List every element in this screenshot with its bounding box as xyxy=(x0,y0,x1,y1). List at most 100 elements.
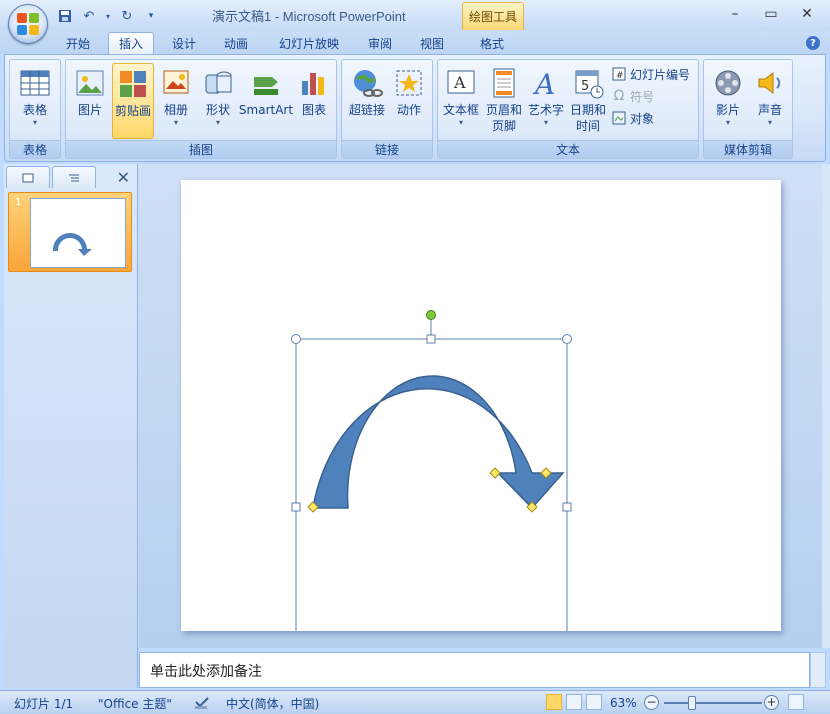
save-icon[interactable] xyxy=(56,7,74,25)
datetime-label-1: 日期和 xyxy=(569,103,606,117)
header-footer-label-2: 页脚 xyxy=(491,119,516,133)
object-button[interactable]: 对象 xyxy=(612,108,654,128)
zoom-out-button[interactable]: − xyxy=(644,695,659,710)
maximize-button[interactable]: ▭ xyxy=(754,4,788,24)
calendar-icon: 5 xyxy=(572,67,604,99)
wordart-label: 艺术字 xyxy=(527,103,564,117)
album-icon xyxy=(160,67,192,99)
clipart-button[interactable]: 剪贴画 xyxy=(112,63,154,139)
customize-qat-icon[interactable]: ▾ xyxy=(142,7,160,25)
slide-sorter-view-button[interactable] xyxy=(566,694,582,710)
object-icon xyxy=(612,111,626,125)
resize-handle-top[interactable] xyxy=(426,334,436,344)
header-footer-button[interactable]: 页眉和 页脚 xyxy=(484,63,524,139)
help-icon[interactable]: ? xyxy=(806,36,820,50)
redo-icon[interactable]: ↻ xyxy=(118,7,136,25)
title-bar: ↶ ▾ ↻ ▾ 演示文稿1 - Microsoft PowerPoint 绘图工… xyxy=(0,0,830,30)
zoom-in-button[interactable]: + xyxy=(764,695,779,710)
zoom-level[interactable]: 63% xyxy=(610,695,637,711)
tab-format[interactable]: 格式 xyxy=(470,32,514,54)
status-theme: "Office 主题" xyxy=(98,696,172,711)
sound-button[interactable]: 声音 ▾ xyxy=(750,63,790,139)
slide-thumbnail-number: 1 xyxy=(15,197,22,208)
tab-home[interactable]: 开始 xyxy=(56,32,100,54)
group-media: 影片 ▾ 声音 ▾ 媒体剪辑 xyxy=(703,59,793,159)
hyperlink-label: 超链接 xyxy=(348,103,385,117)
group-label-media: 媒体剪辑 xyxy=(704,140,792,158)
table-button[interactable]: 表格 ▾ xyxy=(14,63,56,139)
hyperlink-icon xyxy=(351,67,383,99)
clipart-label: 剪贴画 xyxy=(114,104,151,118)
textbox-label: 文本框 xyxy=(442,103,479,117)
slideshow-view-button[interactable] xyxy=(586,694,602,710)
textbox-dropdown-icon: ▾ xyxy=(458,118,463,127)
close-button[interactable]: ✕ xyxy=(790,4,824,24)
group-label-links: 链接 xyxy=(342,140,432,158)
tab-animations[interactable]: 动画 xyxy=(214,32,258,54)
drawing-tools-contextual-tab: 绘图工具 xyxy=(462,2,524,30)
chart-icon xyxy=(298,67,330,99)
movie-button[interactable]: 影片 ▾ xyxy=(708,63,748,139)
symbol-button[interactable]: Ω 符号 xyxy=(612,86,654,106)
adjust-handle-2[interactable] xyxy=(489,467,501,479)
ribbon-tabs: 开始 插入 设计 动画 幻灯片放映 审阅 视图 格式 xyxy=(0,30,830,54)
notes-scrollbar[interactable] xyxy=(810,652,826,688)
smartart-label: SmartArt xyxy=(238,103,294,117)
textbox-button[interactable]: A 文本框 ▾ xyxy=(440,63,482,139)
notes-pane[interactable]: 单击此处添加备注 xyxy=(139,652,810,688)
slide-number-label: 幻灯片编号 xyxy=(630,67,691,82)
chart-button[interactable]: 图表 xyxy=(296,63,332,139)
close-panel-icon[interactable]: ✕ xyxy=(117,168,130,187)
zoom-slider-thumb[interactable] xyxy=(688,696,696,710)
table-icon xyxy=(19,67,51,99)
slide-thumbnail-selected[interactable]: 1 xyxy=(8,192,132,272)
rotation-handle[interactable] xyxy=(426,310,436,320)
resize-handle-right[interactable] xyxy=(562,502,572,512)
minimize-button[interactable]: – xyxy=(718,4,752,24)
tab-design[interactable]: 设计 xyxy=(162,32,206,54)
status-language[interactable]: 中文(简体，中国) xyxy=(226,695,319,711)
thumbnail-arc-arrow xyxy=(52,232,92,256)
tab-slides[interactable] xyxy=(6,166,50,188)
shapes-label: 形状 xyxy=(205,103,230,117)
wordart-button[interactable]: A 艺术字 ▾ xyxy=(526,63,566,139)
group-table: 表格 ▾ 表格 xyxy=(9,59,61,159)
spell-check-icon[interactable] xyxy=(194,695,210,711)
album-dropdown-icon: ▾ xyxy=(173,118,178,127)
tab-insert[interactable]: 插入 xyxy=(108,32,154,54)
undo-dropdown-icon[interactable]: ▾ xyxy=(104,7,112,25)
zoom-slider-track[interactable] xyxy=(664,702,762,704)
resize-handle-top-right[interactable] xyxy=(562,334,572,344)
action-button[interactable]: 动作 xyxy=(390,63,428,139)
movie-label: 影片 xyxy=(715,103,740,117)
undo-icon[interactable]: ↶ xyxy=(80,7,98,25)
group-links: 超链接 动作 链接 xyxy=(341,59,433,159)
smartart-button[interactable]: SmartArt xyxy=(238,63,294,139)
shapes-button[interactable]: 形状 ▾ xyxy=(198,63,238,139)
tab-view[interactable]: 视图 xyxy=(410,32,454,54)
fit-to-window-button[interactable] xyxy=(788,694,804,710)
tab-outline[interactable] xyxy=(52,166,96,188)
normal-view-button[interactable] xyxy=(546,694,562,710)
vertical-scrollbar[interactable] xyxy=(822,164,830,648)
slide-number-icon: # xyxy=(612,67,626,81)
tab-slideshow[interactable]: 幻灯片放映 xyxy=(270,32,348,54)
resize-handle-top-left[interactable] xyxy=(291,334,301,344)
album-button[interactable]: 相册 ▾ xyxy=(156,63,196,139)
arc-arrow-shape[interactable] xyxy=(312,375,565,510)
slide-canvas[interactable] xyxy=(181,180,781,631)
datetime-button[interactable]: 5 日期和 时间 xyxy=(568,63,608,139)
office-button[interactable] xyxy=(8,4,48,44)
picture-button[interactable]: 图片 xyxy=(70,63,110,139)
tab-review[interactable]: 审阅 xyxy=(358,32,402,54)
film-reel-icon xyxy=(712,67,744,99)
group-label-illustrations: 插图 xyxy=(66,140,336,158)
svg-text:#: # xyxy=(616,71,624,81)
symbol-label: 符号 xyxy=(630,89,655,104)
shapes-dropdown-icon: ▾ xyxy=(215,118,220,127)
table-dropdown-icon: ▾ xyxy=(32,118,37,127)
resize-handle-left[interactable] xyxy=(291,502,301,512)
slide-number-button[interactable]: # 幻灯片编号 xyxy=(612,64,690,84)
picture-icon xyxy=(74,67,106,99)
hyperlink-button[interactable]: 超链接 xyxy=(346,63,388,139)
